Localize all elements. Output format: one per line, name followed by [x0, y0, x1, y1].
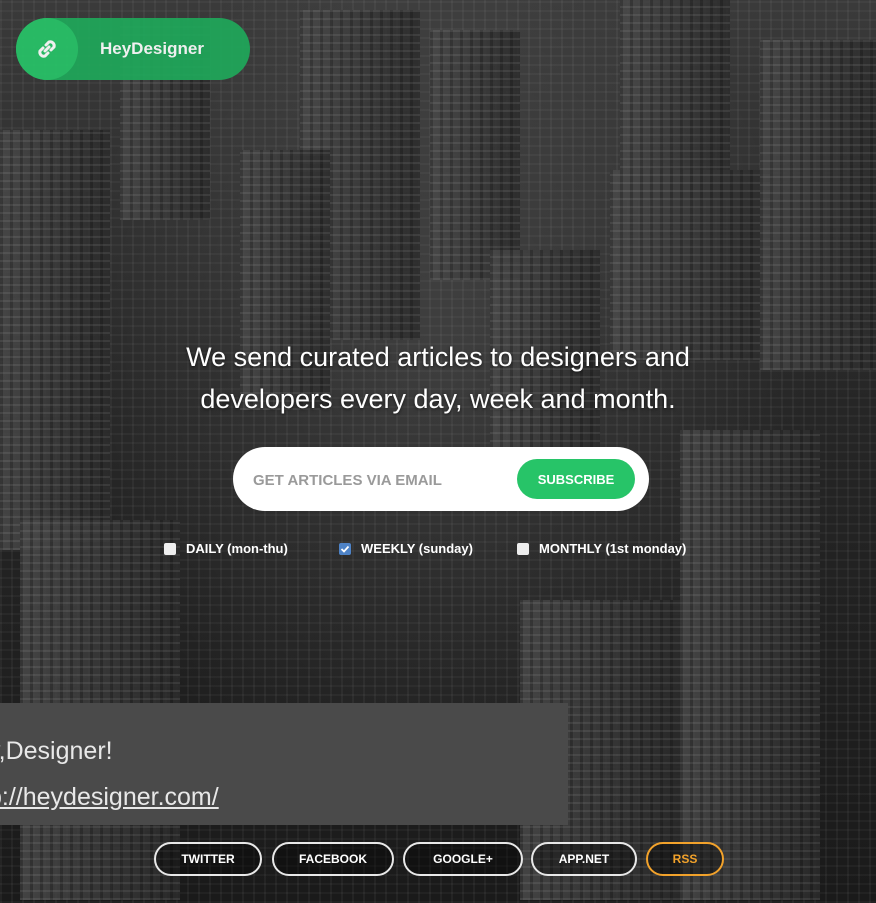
frequency-weekly[interactable]: WEEKLY (sunday) [339, 541, 473, 556]
hero-line-1: We send curated articles to designers an… [186, 342, 690, 372]
subscribe-button[interactable]: SUBSCRIBE [517, 459, 635, 499]
checkbox-icon[interactable] [517, 542, 529, 555]
frequency-monthly[interactable]: MONTHLY (1st monday) [517, 541, 686, 556]
frequency-daily[interactable]: DAILY (mon-thu) [164, 541, 288, 556]
googleplus-link[interactable]: GOOGLE+ [403, 842, 523, 876]
email-input[interactable] [251, 447, 515, 513]
checkbox-icon[interactable] [164, 542, 176, 555]
building [680, 430, 820, 900]
tooltip-url[interactable]: p://heydesigner.com/ [0, 783, 219, 812]
rss-link[interactable]: RSS [646, 842, 724, 876]
appnet-link[interactable]: APP.NET [531, 842, 637, 876]
newsletter-form: SUBSCRIBE [233, 447, 649, 513]
link-preview-tooltip: y,Designer! p://heydesigner.com/ [0, 703, 568, 825]
building [610, 170, 770, 360]
frequency-options: DAILY (mon-thu) WEEKLY (sunday) MONTHLY … [164, 541, 724, 561]
facebook-link[interactable]: FACEBOOK [272, 842, 394, 876]
hero-headline: We send curated articles to designers an… [0, 336, 876, 420]
hero-line-2: developers every day, week and month. [200, 384, 676, 414]
building [760, 40, 876, 370]
building [430, 30, 520, 280]
checkbox-checked-icon[interactable] [339, 542, 351, 555]
brand-name: HeyDesigner [100, 39, 204, 58]
twitter-link[interactable]: TWITTER [154, 842, 262, 876]
tooltip-title: y,Designer! [0, 737, 113, 765]
frequency-monthly-label: MONTHLY (1st monday) [539, 541, 687, 556]
link-icon [16, 18, 78, 80]
frequency-daily-label: DAILY (mon-thu) [186, 541, 288, 556]
frequency-weekly-label: WEEKLY (sunday) [361, 541, 473, 556]
brand-logo[interactable]: HeyDesigner [16, 18, 250, 80]
